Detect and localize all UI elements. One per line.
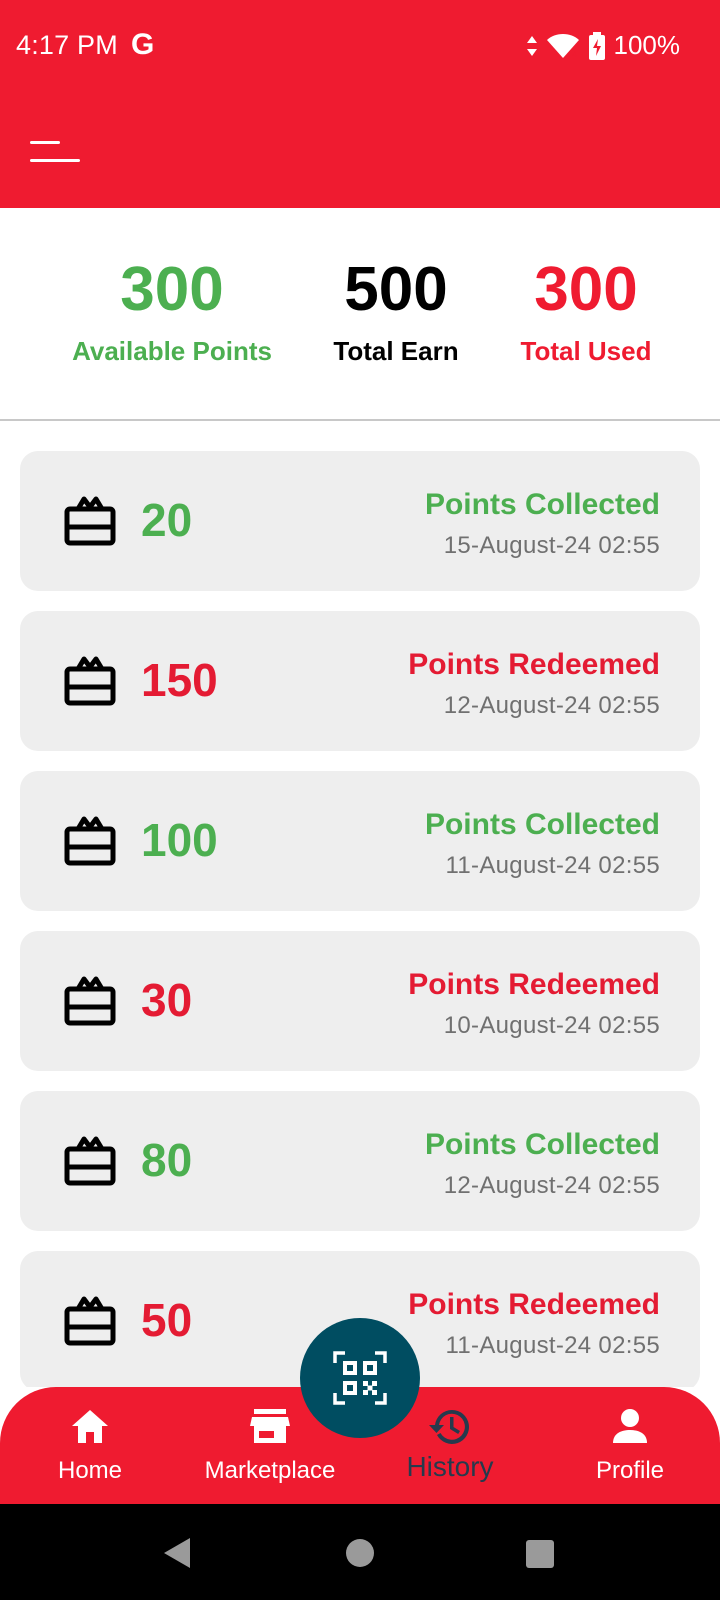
store-icon — [250, 1409, 290, 1443]
transaction-points: 80 — [141, 1134, 193, 1186]
battery-percent: 100% — [613, 30, 681, 60]
nav-home[interactable]: Home — [40, 1405, 140, 1485]
data-arrows-icon — [526, 35, 537, 56]
transaction-type: Points Redeemed — [408, 968, 660, 1001]
history-icon — [429, 1409, 469, 1444]
status-indicators: 4 100% — [526, 30, 681, 61]
home-circle-icon[interactable] — [346, 1539, 374, 1567]
transaction-type: Points Redeemed — [408, 1288, 660, 1321]
gift-card-icon — [64, 1296, 116, 1346]
transaction-card[interactable]: 100 Points Collected 11-August-24 02:55 — [20, 771, 700, 911]
qr-scan-button[interactable] — [300, 1318, 420, 1438]
available-points-value: 300 — [120, 255, 224, 324]
transaction-points: 150 — [141, 654, 218, 706]
system-nav-bar — [0, 1504, 720, 1600]
home-icon — [72, 1410, 108, 1443]
google-icon: G — [131, 28, 155, 61]
transaction-points: 50 — [141, 1294, 193, 1346]
transaction-type: Points Redeemed — [408, 648, 660, 681]
transaction-type: Points Collected — [424, 1128, 660, 1161]
total-earn-stat: 500 Total Earn — [316, 255, 476, 367]
transaction-date: 12-August-24 02:55 — [443, 1172, 660, 1199]
transaction-points: 100 — [141, 814, 218, 866]
total-used-stat: 300 Total Used — [496, 255, 676, 367]
transaction-list[interactable]: 20 Points Collected 15-August-24 02:55 1… — [0, 421, 720, 1387]
person-icon — [613, 1409, 647, 1443]
gift-card-icon — [64, 816, 116, 866]
gift-card-icon — [64, 976, 116, 1026]
status-time: 4:17 PM — [16, 30, 118, 60]
points-summary: 300 Available Points 500 Total Earn 300 … — [0, 208, 720, 420]
nav-history-label: History — [406, 1451, 494, 1482]
transaction-points: 30 — [141, 974, 193, 1026]
available-points-stat: 300 Available Points — [52, 255, 292, 367]
total-earn-label: Total Earn — [333, 336, 459, 367]
transaction-card[interactable]: 20 Points Collected 15-August-24 02:55 — [20, 451, 700, 591]
wifi-icon: 4 — [546, 33, 579, 59]
transaction-date: 12-August-24 02:55 — [443, 692, 660, 719]
total-used-label: Total Used — [520, 336, 652, 367]
nav-history[interactable]: History — [390, 1405, 510, 1483]
gift-card-icon — [64, 496, 116, 546]
back-icon[interactable] — [162, 1536, 192, 1570]
gift-card-icon — [64, 656, 116, 706]
transaction-type: Points Collected — [424, 488, 660, 521]
transaction-card[interactable]: 150 Points Redeemed 12-August-24 02:55 — [20, 611, 700, 751]
total-earn-value: 500 — [344, 255, 448, 324]
transaction-card[interactable]: 80 Points Collected 12-August-24 02:55 — [20, 1091, 700, 1231]
nav-profile[interactable]: Profile — [580, 1405, 680, 1485]
transaction-date: 11-August-24 02:55 — [445, 1332, 660, 1359]
nav-marketplace-label: Marketplace — [204, 1457, 336, 1484]
transaction-date: 15-August-24 02:55 — [443, 532, 660, 559]
gift-card-icon — [64, 1136, 116, 1186]
nav-home-label: Home — [57, 1457, 123, 1484]
transaction-points: 20 — [141, 494, 193, 546]
svg-text:4: 4 — [572, 49, 577, 59]
status-bar: 4:17 PM G 4 100% — [0, 0, 720, 96]
menu-icon[interactable] — [26, 134, 86, 174]
nav-profile-label: Profile — [595, 1457, 665, 1484]
transaction-date: 10-August-24 02:55 — [443, 1012, 660, 1039]
total-used-value: 300 — [534, 255, 638, 324]
transaction-date: 11-August-24 02:55 — [445, 852, 660, 879]
recents-icon[interactable] — [526, 1540, 554, 1568]
battery-icon — [588, 31, 605, 60]
transaction-type: Points Collected — [424, 808, 660, 841]
transaction-card[interactable]: 30 Points Redeemed 10-August-24 02:55 — [20, 931, 700, 1071]
app-header: 4:17 PM G 4 100% — [0, 0, 720, 208]
qr-code-icon — [333, 1351, 387, 1405]
available-points-label: Available Points — [72, 336, 272, 367]
